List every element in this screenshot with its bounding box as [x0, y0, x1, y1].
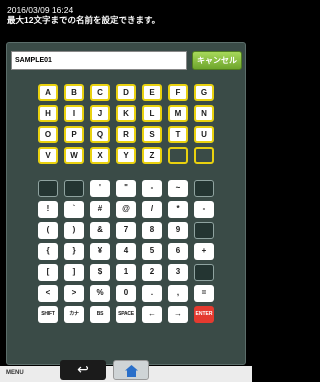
- key-letter[interactable]: S: [142, 126, 162, 143]
- key-letter[interactable]: G: [194, 84, 214, 101]
- key-symbol[interactable]: 1: [116, 264, 136, 281]
- key-symbol[interactable]: 9: [168, 222, 188, 239]
- key-symbol[interactable]: =: [194, 285, 214, 302]
- key-blank: [194, 147, 214, 164]
- key-blank: [194, 180, 214, 197]
- key-letter[interactable]: V: [38, 147, 58, 164]
- key-letter[interactable]: T: [168, 126, 188, 143]
- key-letter[interactable]: Z: [142, 147, 162, 164]
- key-letter[interactable]: Q: [90, 126, 110, 143]
- key-blank: [194, 264, 214, 281]
- key-letter[interactable]: A: [38, 84, 58, 101]
- key-letter[interactable]: C: [90, 84, 110, 101]
- kana-key[interactable]: カナ: [64, 306, 84, 323]
- key-symbol[interactable]: $: [90, 264, 110, 281]
- key-letter[interactable]: J: [90, 105, 110, 122]
- key-symbol[interactable]: 6: [168, 243, 188, 260]
- key-symbol[interactable]: ¥: [90, 243, 110, 260]
- key-symbol[interactable]: [: [38, 264, 58, 281]
- key-letter[interactable]: W: [64, 147, 84, 164]
- key-symbol[interactable]: 5: [142, 243, 162, 260]
- key-symbol[interactable]: <: [38, 285, 58, 302]
- keyboard-panel: キャンセル ABCDEFGHIJKLMNOPQRSTUVWXYZ'"-~!`#@…: [6, 42, 246, 365]
- key-symbol[interactable]: ]: [64, 264, 84, 281]
- key-symbol[interactable]: !: [38, 201, 58, 218]
- key-blank: [38, 180, 58, 197]
- key-symbol[interactable]: 3: [168, 264, 188, 281]
- key-symbol[interactable]: +: [194, 243, 214, 260]
- key-symbol[interactable]: %: [90, 285, 110, 302]
- key-letter[interactable]: L: [142, 105, 162, 122]
- home-button[interactable]: [113, 360, 149, 380]
- key-letter[interactable]: O: [38, 126, 58, 143]
- key-blank: [64, 180, 84, 197]
- home-icon: [125, 365, 138, 377]
- back-button[interactable]: ↩: [60, 360, 106, 380]
- enter-key[interactable]: ENTER: [194, 306, 214, 323]
- key-symbol[interactable]: 7: [116, 222, 136, 239]
- key-letter[interactable]: Y: [116, 147, 136, 164]
- key-symbol[interactable]: ): [64, 222, 84, 239]
- key-symbol[interactable]: 8: [142, 222, 162, 239]
- back-icon: ↩: [77, 361, 89, 377]
- key-letter[interactable]: R: [116, 126, 136, 143]
- key-letter[interactable]: P: [64, 126, 84, 143]
- key-symbol[interactable]: ": [116, 180, 136, 197]
- key-letter[interactable]: U: [194, 126, 214, 143]
- footer-bar: MENU ↩: [0, 360, 252, 382]
- key-letter[interactable]: I: [64, 105, 84, 122]
- key-symbol[interactable]: 2: [142, 264, 162, 281]
- key-letter[interactable]: H: [38, 105, 58, 122]
- menu-button[interactable]: MENU: [6, 370, 24, 376]
- key-letter[interactable]: B: [64, 84, 84, 101]
- key-symbol[interactable]: 0: [116, 285, 136, 302]
- key-blank: [194, 222, 214, 239]
- space-key[interactable]: SPACE: [116, 306, 136, 323]
- key-blank: [168, 147, 188, 164]
- key-symbol[interactable]: ': [90, 180, 110, 197]
- key-symbol[interactable]: -: [194, 201, 214, 218]
- key-letter[interactable]: M: [168, 105, 188, 122]
- key-letter[interactable]: N: [194, 105, 214, 122]
- key-symbol[interactable]: }: [64, 243, 84, 260]
- key-symbol[interactable]: .: [142, 285, 162, 302]
- datetime: 2016/03/09 16:24: [7, 5, 74, 15]
- key-symbol[interactable]: /: [142, 201, 162, 218]
- key-symbol[interactable]: (: [38, 222, 58, 239]
- key-symbol[interactable]: &: [90, 222, 110, 239]
- key-symbol[interactable]: #: [90, 201, 110, 218]
- key-symbol[interactable]: ,: [168, 285, 188, 302]
- key-symbol[interactable]: `: [64, 201, 84, 218]
- key-symbol[interactable]: >: [64, 285, 84, 302]
- instruction-text: 最大12文字までの名前を設定できます。: [7, 15, 161, 25]
- key-letter[interactable]: X: [90, 147, 110, 164]
- key-letter[interactable]: K: [116, 105, 136, 122]
- key-letter[interactable]: E: [142, 84, 162, 101]
- key-symbol[interactable]: -: [142, 180, 162, 197]
- key-symbol[interactable]: 4: [116, 243, 136, 260]
- header: 2016/03/09 16:24 最大12文字までの名前を設定できます。: [7, 5, 160, 25]
- key-letter[interactable]: D: [116, 84, 136, 101]
- cancel-button[interactable]: キャンセル: [192, 51, 242, 70]
- backspace-key[interactable]: BS: [90, 306, 110, 323]
- left-arrow-key[interactable]: ←: [142, 306, 162, 323]
- key-symbol[interactable]: @: [116, 201, 136, 218]
- right-arrow-key[interactable]: →: [168, 306, 188, 323]
- name-input[interactable]: [11, 51, 187, 70]
- key-symbol[interactable]: {: [38, 243, 58, 260]
- key-symbol[interactable]: *: [168, 201, 188, 218]
- key-letter[interactable]: F: [168, 84, 188, 101]
- key-symbol[interactable]: ~: [168, 180, 188, 197]
- shift-key[interactable]: SHIFT: [38, 306, 58, 323]
